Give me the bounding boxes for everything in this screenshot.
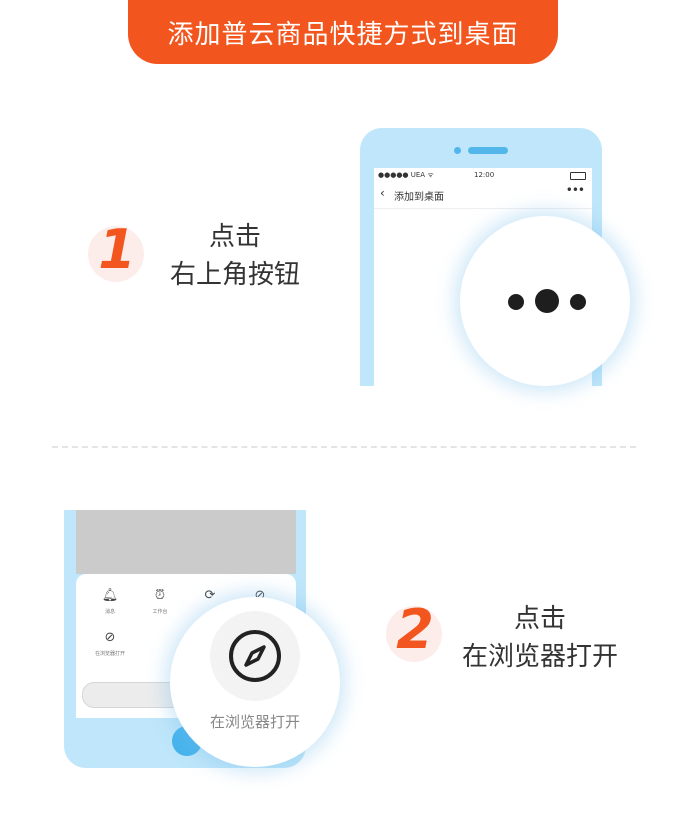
status-bar: ●●●●● UEA ᯤ 12:00 [374,168,592,182]
nav-bar: ‹ 添加到桌面 ••• [374,182,592,209]
header-banner: 添加普云商品快捷方式到桌面 [128,0,558,64]
step-2-line-1: 点击 [513,604,566,634]
back-chevron-icon[interactable]: ‹ [380,186,385,200]
step-2-number: 2 [396,598,434,661]
sheet-item-label: 消息 [104,609,115,615]
speaker-bar [468,147,508,154]
open-in-browser-label: 在浏览器打开 [209,713,300,731]
sheet-item-label: 工作台 [152,609,168,615]
more-dot-right [570,294,586,310]
phone-screen-2-dimmed [76,510,296,574]
step-1-line-1: 点击 [208,222,261,252]
open-in-browser-magnifier[interactable]: 在浏览器打开 [170,597,340,767]
bell-icon: 🔔︎ [101,588,119,603]
step-2-badge: 2 [386,600,442,662]
sheet-item-open-in-browser[interactable]: ⊘ 在浏览器打开 [88,630,132,657]
banner-title: 添加普云商品快捷方式到桌面 [167,19,519,50]
step-2-line-2: 在浏览器打开 [461,642,618,672]
alarm-icon: ⏰︎ [154,588,166,603]
sheet-item-workbench[interactable]: ⏰︎ 工作台 [138,588,182,615]
step-1-badge: 1 [88,220,144,282]
compass-icon-bg [210,611,300,701]
more-dot-left [508,294,524,310]
status-carrier: ●●●●● UEA ᯤ [378,171,434,179]
more-dot-center [535,289,559,313]
step-2-instruction: 点击 在浏览器打开 [450,600,630,676]
sheet-item-label: 在浏览器打开 [94,651,125,657]
camera-dot [454,147,461,154]
step-1-line-2: 右上角按钮 [169,260,300,290]
step-1-number: 1 [98,218,136,281]
nav-title: 添加到桌面 [394,192,444,203]
battery-icon [570,172,586,180]
step-1-instruction: 点击 右上角按钮 [160,218,310,294]
compass-icon: ⊘ [104,630,116,645]
section-divider [52,446,636,448]
status-time: 12:00 [474,171,495,179]
more-menu-icon[interactable]: ••• [566,183,585,197]
more-button-magnifier[interactable] [460,216,630,386]
compass-icon [229,630,281,682]
sheet-item-message[interactable]: 🔔︎ 消息 [88,588,132,615]
